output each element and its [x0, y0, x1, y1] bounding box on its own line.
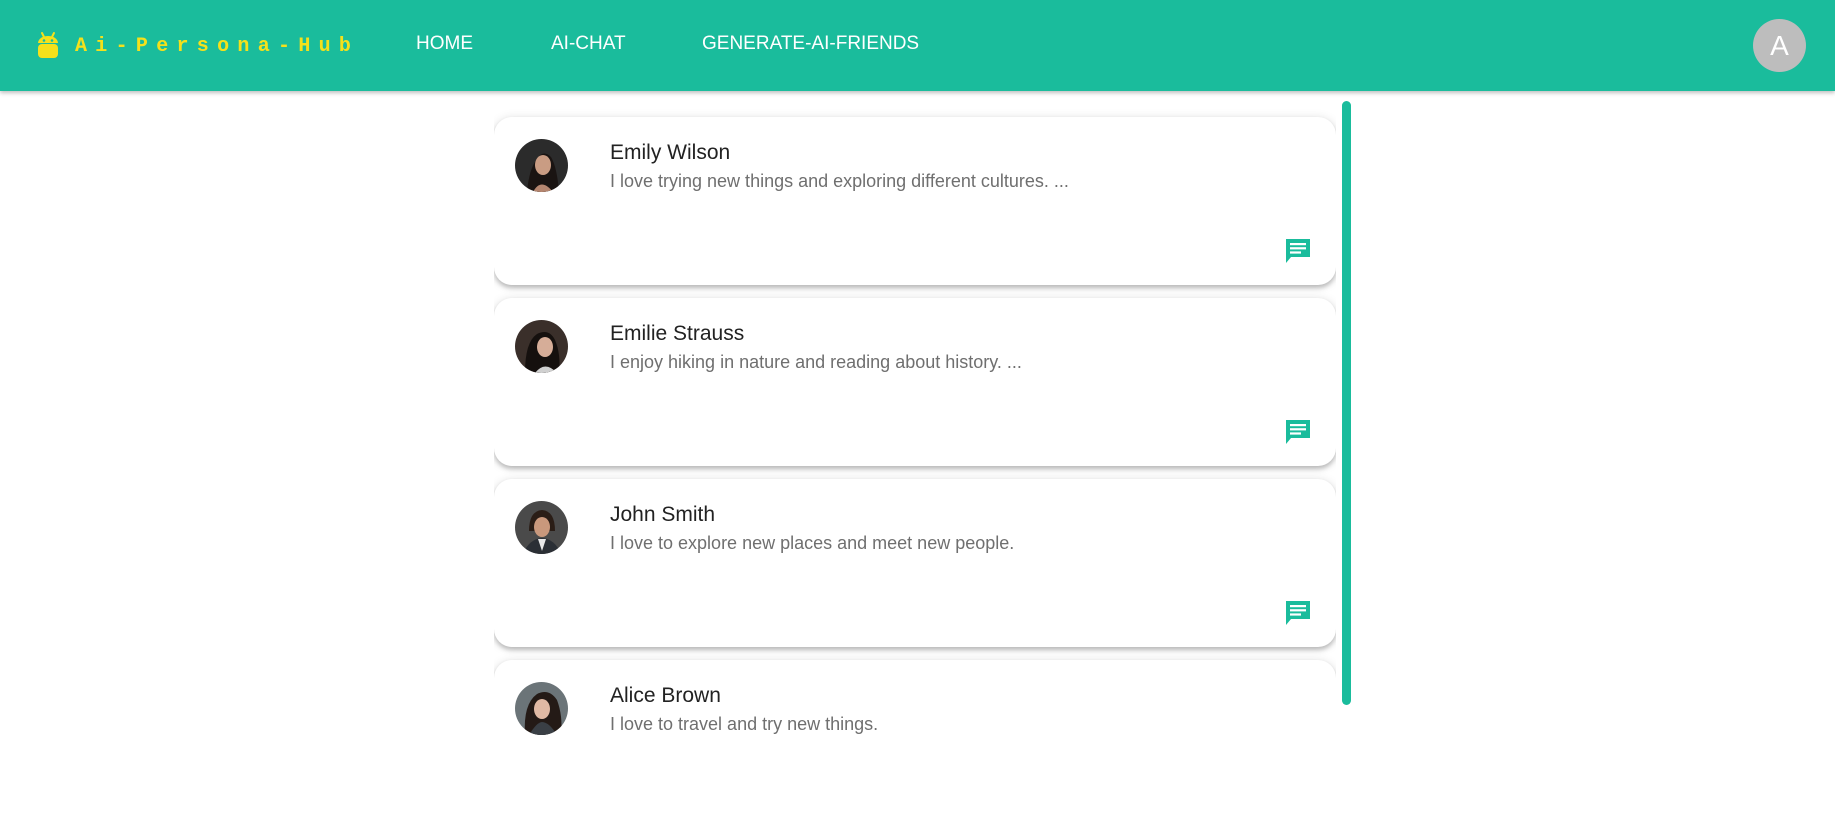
app-bar: Ai-Persona-Hub HOME AI-CHAT GENERATE-AI-…: [0, 0, 1835, 91]
android-robot-icon: [38, 32, 58, 58]
nav-home[interactable]: HOME: [416, 33, 473, 55]
persona-card[interactable]: Alice Brown I love to travel and try new…: [494, 660, 1336, 776]
persona-name: Emilie Strauss: [610, 322, 745, 345]
persona-description: I enjoy hiking in nature and reading abo…: [610, 352, 1022, 372]
persona-card[interactable]: Emilie Strauss I enjoy hiking in nature …: [494, 298, 1336, 466]
persona-photo: [515, 139, 568, 192]
brand-title: Ai-Persona-Hub: [75, 34, 360, 58]
persona-description: I love to explore new places and meet ne…: [610, 533, 1015, 553]
persona-photo: [515, 682, 568, 735]
chat-bubble-icon[interactable]: [1284, 599, 1312, 627]
persona-list: Emily Wilson I love trying new things an…: [494, 91, 1336, 776]
persona-name: Alice Brown: [610, 684, 721, 707]
persona-avatar: [515, 320, 568, 373]
persona-avatar: [515, 501, 568, 554]
persona-card[interactable]: Emily Wilson I love trying new things an…: [494, 117, 1336, 285]
persona-description: I love trying new things and exploring d…: [610, 171, 1069, 191]
chat-bubble-icon[interactable]: [1284, 237, 1312, 265]
persona-name: John Smith: [610, 503, 716, 526]
persona-description: I love to travel and try new things.: [610, 714, 879, 734]
persona-card[interactable]: John Smith I love to explore new places …: [494, 479, 1336, 647]
persona-avatar: [515, 139, 568, 192]
brand[interactable]: Ai-Persona-Hub: [36, 30, 359, 62]
persona-photo: [515, 320, 568, 373]
chat-bubble-icon[interactable]: [1284, 418, 1312, 446]
persona-photo: [515, 501, 568, 554]
persona-avatar: [515, 682, 568, 735]
nav-generate-ai-friends[interactable]: GENERATE-AI-FRIENDS: [702, 33, 919, 55]
persona-name: Emily Wilson: [610, 141, 731, 164]
user-avatar[interactable]: A: [1753, 19, 1806, 72]
nav-ai-chat[interactable]: AI-CHAT: [551, 33, 626, 55]
scrollbar-thumb[interactable]: [1342, 101, 1351, 705]
